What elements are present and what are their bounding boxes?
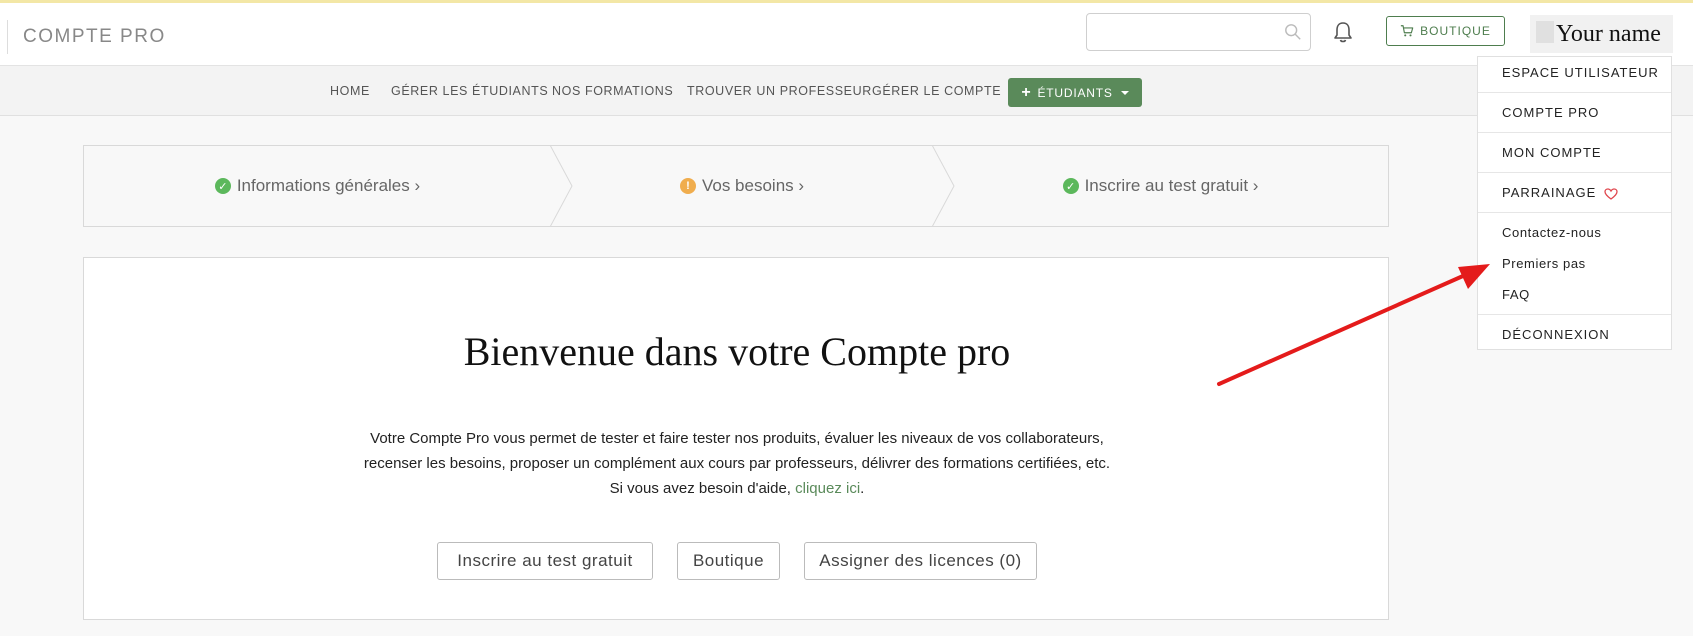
main-nav: HOME GÉRER LES ÉTUDIANTS NOS FORMATIONS …: [0, 66, 1693, 116]
step-informations-generales[interactable]: ✓ Informations générales ›: [84, 146, 551, 226]
help-link[interactable]: cliquez ici: [795, 480, 860, 497]
inscrire-test-button[interactable]: Inscrire au test gratuit: [437, 542, 653, 580]
menu-espace-utilisateur[interactable]: ESPACE UTILISATEUR: [1502, 65, 1659, 80]
menu-divider: [1478, 92, 1671, 93]
exclamation-circle-icon: !: [679, 178, 696, 194]
step-vos-besoins[interactable]: ! Vos besoins ›: [551, 146, 933, 226]
welcome-line-3: Si vous avez besoin d'aide, cliquez ici.: [84, 476, 1390, 501]
welcome-line-1: Votre Compte Pro vous permet de tester e…: [370, 430, 1104, 447]
menu-divider: [1478, 212, 1671, 213]
bell-icon[interactable]: [1332, 20, 1354, 44]
boutique-button-label: BOUTIQUE: [1420, 24, 1491, 38]
step-inscrire-test[interactable]: ✓ Inscrire au test gratuit ›: [933, 146, 1388, 226]
check-circle-icon: ✓: [1062, 178, 1079, 194]
help-suffix: .: [860, 480, 865, 497]
menu-parrainage-label: PARRAINAGE: [1502, 185, 1597, 200]
user-name: Your name: [1556, 21, 1661, 47]
welcome-card: Bienvenue dans votre Compte pro Votre Co…: [83, 257, 1389, 620]
menu-divider: [1478, 172, 1671, 173]
search-box[interactable]: [1086, 13, 1311, 51]
menu-deconnexion[interactable]: DÉCONNEXION: [1502, 327, 1610, 342]
check-circle-icon: ✓: [214, 178, 231, 194]
nav-home[interactable]: HOME: [330, 84, 370, 98]
boutique-card-button[interactable]: Boutique: [677, 542, 780, 580]
nav-nos-formations[interactable]: NOS FORMATIONS: [552, 84, 673, 98]
header: COMPTE PRO BOUTIQUE Your name: [0, 3, 1693, 66]
assigner-licences-button[interactable]: Assigner des licences (0): [804, 542, 1037, 580]
menu-divider: [1478, 314, 1671, 315]
welcome-text: Votre Compte Pro vous permet de tester e…: [84, 426, 1390, 501]
brand-divider: [7, 20, 8, 54]
brand-title[interactable]: COMPTE PRO: [23, 26, 166, 48]
progress-steps: ✓ Informations générales › ! Vos besoins…: [83, 145, 1389, 227]
add-etudiants-label: ÉTUDIANTS: [1037, 85, 1113, 100]
boutique-button[interactable]: BOUTIQUE: [1386, 16, 1505, 46]
step-label: Inscrire au test gratuit ›: [1084, 176, 1259, 195]
menu-parrainage[interactable]: PARRAINAGE: [1502, 185, 1618, 200]
heart-icon: [1604, 187, 1618, 200]
nav-trouver-professeur[interactable]: TROUVER UN PROFESSEUR: [687, 84, 872, 98]
caret-down-icon: [1120, 90, 1129, 95]
user-menu-toggle[interactable]: Your name: [1530, 15, 1673, 53]
menu-premiers-pas[interactable]: Premiers pas: [1502, 256, 1586, 271]
menu-faq[interactable]: FAQ: [1502, 287, 1530, 302]
menu-compte-pro[interactable]: COMPTE PRO: [1502, 105, 1599, 120]
nav-gerer-compte[interactable]: GÉRER LE COMPTE: [872, 84, 1001, 98]
cart-icon: [1401, 25, 1414, 37]
avatar: [1536, 21, 1554, 43]
add-etudiants-button[interactable]: + ÉTUDIANTS: [1008, 78, 1142, 107]
search-input[interactable]: [1095, 20, 1275, 44]
user-dropdown-menu: ESPACE UTILISATEUR COMPTE PRO MON COMPTE…: [1477, 56, 1672, 350]
step-label: Vos besoins ›: [701, 176, 805, 195]
plus-icon: +: [1021, 83, 1032, 101]
welcome-line-2: recenser les besoins, proposer un complé…: [363, 455, 1111, 472]
search-icon[interactable]: [1284, 23, 1302, 41]
menu-mon-compte[interactable]: MON COMPTE: [1502, 145, 1602, 160]
menu-contactez-nous[interactable]: Contactez-nous: [1502, 225, 1601, 240]
help-prefix: Si vous avez besoin d'aide,: [609, 480, 796, 497]
menu-divider: [1478, 132, 1671, 133]
annotation-arrow: [1217, 264, 1490, 386]
step-label: Informations générales ›: [236, 176, 421, 195]
page-title: Bienvenue dans votre Compte pro: [463, 329, 1011, 374]
nav-gerer-etudiants[interactable]: GÉRER LES ÉTUDIANTS: [391, 84, 548, 98]
